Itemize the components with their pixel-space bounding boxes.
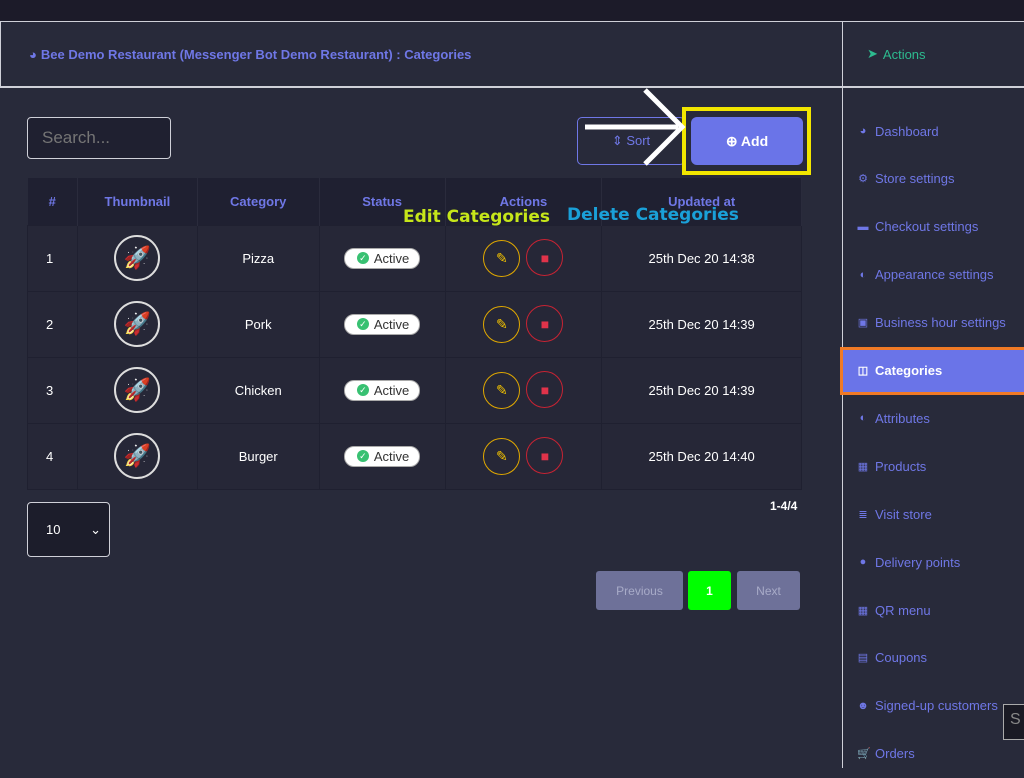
trash-icon: ■	[540, 249, 550, 266]
category-name: Chicken	[196, 356, 320, 424]
row-number: 1	[27, 224, 78, 292]
rocket-thumbnail-icon: 🚀	[114, 367, 161, 413]
row-number: 4	[27, 422, 78, 490]
rocket-thumbnail-icon: 🚀	[114, 433, 161, 479]
check-icon: ✓	[356, 450, 369, 462]
status-cell: ✓ Active	[318, 224, 446, 292]
trash-icon: ■	[540, 315, 550, 332]
trash-icon: ■	[540, 381, 550, 398]
chevron-down-icon: ⌄	[90, 521, 101, 537]
actions-cell: ✎ ■	[444, 224, 603, 292]
record-count: 1-4/4	[770, 499, 798, 513]
edit-annotation: Edit Categories	[403, 207, 550, 227]
status-badge: ✓ Active	[343, 313, 421, 335]
tooltip: S	[1003, 704, 1024, 740]
table-row: 4 🚀 Burger ✓ Active ✎ ■ 25th Dec 20 14:40	[27, 422, 802, 490]
status-cell: ✓ Active	[318, 422, 446, 490]
status-badge: ✓ Active	[343, 445, 421, 467]
status-cell: ✓ Active	[318, 290, 446, 358]
trash-icon: ■	[540, 447, 550, 464]
thumbnail-cell: 🚀	[76, 224, 198, 292]
page-size-select[interactable]: 10 ⌄	[27, 502, 110, 557]
status-text: Active	[373, 382, 410, 398]
page-1-button[interactable]: 1	[688, 571, 731, 610]
delete-button[interactable]: ■	[526, 437, 564, 475]
table-row: 1 🚀 Pizza ✓ Active ✎ ■ 25th Dec 20 14:38	[27, 224, 802, 292]
column-header[interactable]: Category	[197, 178, 320, 225]
updated-at: 25th Dec 20 14:39	[601, 356, 802, 424]
status-badge: ✓ Active	[343, 379, 421, 401]
status-cell: ✓ Active	[318, 356, 446, 424]
previous-button[interactable]: Previous	[596, 571, 683, 610]
actions-cell: ✎ ■	[444, 422, 603, 490]
updated-at: 25th Dec 20 14:38	[601, 224, 802, 292]
status-text: Active	[373, 448, 410, 464]
updated-at: 25th Dec 20 14:40	[601, 422, 802, 490]
rocket-thumbnail-icon: 🚀	[114, 301, 161, 347]
edit-icon: ✎	[496, 447, 508, 464]
category-name: Pork	[196, 290, 320, 358]
actions-cell: ✎ ■	[444, 356, 603, 424]
check-icon: ✓	[356, 252, 369, 264]
delete-button[interactable]: ■	[526, 239, 564, 277]
edit-button[interactable]: ✎	[483, 305, 521, 343]
check-icon: ✓	[356, 318, 369, 330]
edit-icon: ✎	[496, 381, 508, 398]
category-name: Burger	[196, 422, 320, 490]
status-text: Active	[373, 316, 410, 332]
table-row: 3 🚀 Chicken ✓ Active ✎ ■ 25th Dec 20 14:39	[27, 356, 802, 424]
updated-at: 25th Dec 20 14:39	[601, 290, 802, 358]
thumbnail-cell: 🚀	[76, 356, 198, 424]
thumbnail-cell: 🚀	[76, 290, 198, 358]
edit-icon: ✎	[496, 315, 508, 332]
row-number: 3	[27, 356, 78, 424]
edit-button[interactable]: ✎	[483, 239, 521, 277]
category-name: Pizza	[196, 224, 320, 292]
check-icon: ✓	[356, 384, 369, 396]
column-header[interactable]: Thumbnail	[77, 178, 198, 225]
delete-button[interactable]: ■	[526, 305, 564, 343]
edit-button[interactable]: ✎	[483, 371, 521, 409]
edit-button[interactable]: ✎	[483, 437, 521, 475]
delete-annotation: Delete Categories	[567, 205, 739, 225]
rocket-thumbnail-icon: 🚀	[114, 235, 161, 281]
next-button[interactable]: Next	[737, 571, 800, 610]
status-badge: ✓ Active	[343, 247, 421, 269]
table-row: 2 🚀 Pork ✓ Active ✎ ■ 25th Dec 20 14:39	[27, 290, 802, 358]
delete-button[interactable]: ■	[526, 371, 564, 409]
page-size-value: 10	[46, 522, 61, 537]
column-header[interactable]: #	[27, 178, 78, 225]
edit-icon: ✎	[496, 249, 508, 266]
actions-cell: ✎ ■	[444, 290, 603, 358]
status-text: Active	[373, 250, 410, 266]
row-number: 2	[27, 290, 78, 358]
thumbnail-cell: 🚀	[76, 422, 198, 490]
